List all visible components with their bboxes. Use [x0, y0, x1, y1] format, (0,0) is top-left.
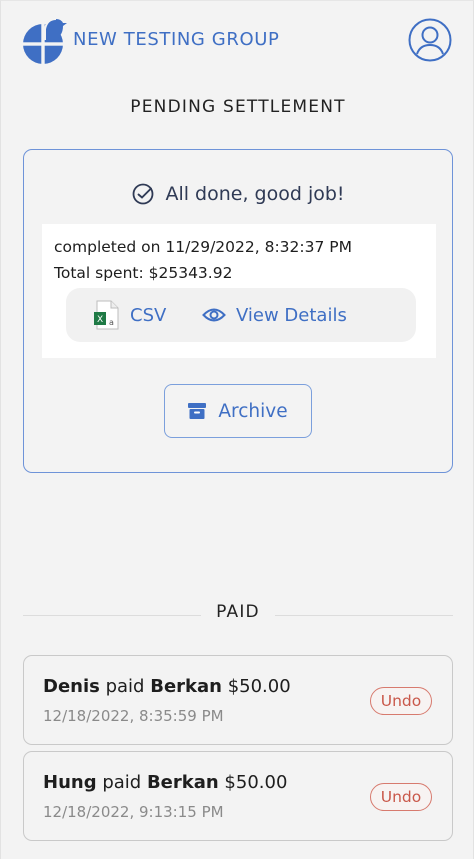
app-header: NEW TESTING GROUP [1, 1, 474, 81]
payee-name: Berkan [146, 772, 219, 793]
paid-title: PAID [201, 602, 275, 622]
spreadsheet-file-icon: X a [94, 300, 119, 330]
settlement-info-box: completed on 11/29/2022, 8:32:37 PM Tota… [42, 224, 436, 358]
undo-button[interactable]: Undo [370, 783, 432, 811]
done-message-row: All done, good job! [24, 182, 452, 206]
archive-label: Archive [218, 400, 288, 422]
done-message: All done, good job! [165, 183, 345, 205]
payment-verb: paid [105, 676, 145, 697]
payer-name: Denis [43, 676, 100, 697]
payment-amount: $50.00 [227, 676, 291, 697]
payment-time: 12/18/2022, 9:13:15 PM [43, 803, 224, 821]
payer-name: Hung [43, 772, 97, 793]
export-actions: X a CSV View Details [66, 288, 416, 342]
pending-settlement-title: PENDING SETTLEMENT [130, 97, 346, 117]
total-spent: Total spent: $25343.92 [54, 264, 233, 282]
archive-box-icon [188, 403, 207, 419]
payee-name: Berkan [150, 676, 222, 697]
archive-button[interactable]: Archive [164, 384, 312, 438]
view-details-button[interactable]: View Details [202, 298, 347, 332]
payment-time: 12/18/2022, 8:35:59 PM [43, 707, 224, 725]
eye-icon [202, 308, 226, 322]
payment-amount: $50.00 [224, 772, 288, 793]
payment-card: Denis paid Berkan $50.00 12/18/2022, 8:3… [23, 655, 453, 745]
pie-bird-logo-icon[interactable] [23, 17, 67, 65]
undo-button[interactable]: Undo [370, 687, 432, 715]
pending-settlement-card: All done, good job! completed on 11/29/2… [23, 149, 453, 473]
view-details-label: View Details [236, 304, 347, 326]
user-avatar-icon[interactable] [408, 18, 452, 62]
csv-label: CSV [130, 304, 167, 326]
svg-text:X: X [97, 315, 103, 325]
csv-button[interactable]: X a CSV [94, 298, 166, 332]
completed-date: completed on 11/29/2022, 8:32:37 PM [54, 238, 352, 256]
svg-text:a: a [109, 318, 114, 327]
app-frame: NEW TESTING GROUP PENDING SETTLEMENT All… [0, 0, 474, 859]
payment-verb: paid [102, 772, 142, 793]
payment-card: Hung paid Berkan $50.00 12/18/2022, 9:13… [23, 751, 453, 841]
payment-description: Hung paid Berkan $50.00 [43, 772, 287, 793]
group-name[interactable]: NEW TESTING GROUP [73, 29, 279, 50]
check-circle-icon [133, 183, 154, 205]
payment-description: Denis paid Berkan $50.00 [43, 676, 291, 697]
